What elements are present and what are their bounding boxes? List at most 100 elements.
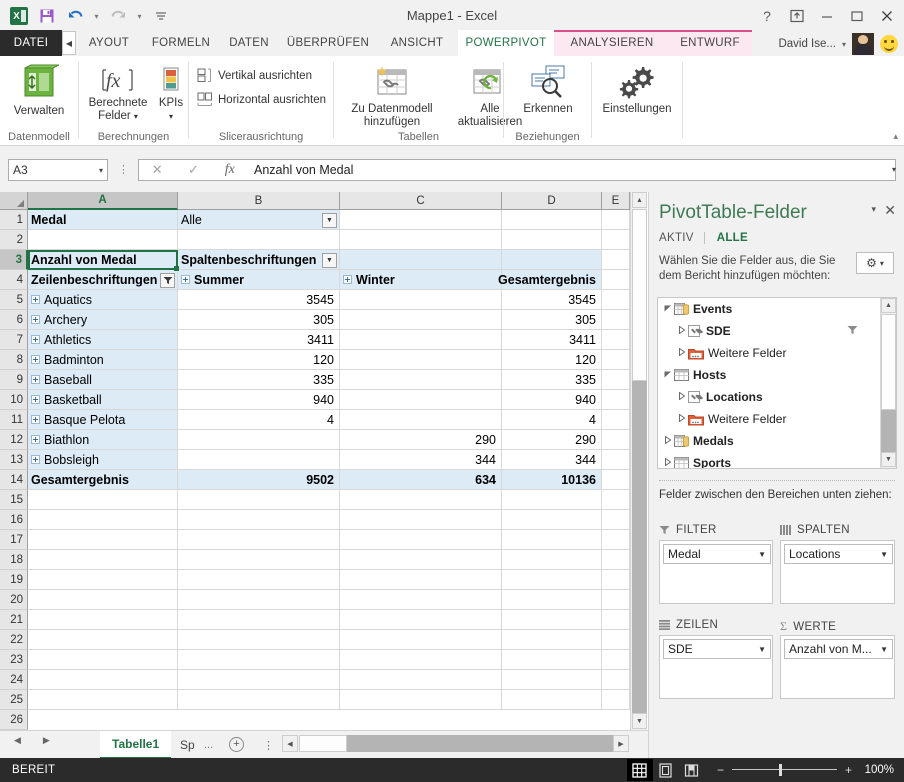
cell-b2[interactable] [178,230,340,250]
cell-b5[interactable]: 3545 [178,290,340,310]
tab-seitenlayout[interactable]: AYOUT [76,30,142,56]
tab-datei[interactable]: DATEI [0,30,62,56]
cell-e1[interactable] [602,210,630,230]
cell-c13[interactable]: 344 [340,450,502,470]
cell-d12[interactable]: 290 [502,430,602,450]
cell-a24[interactable] [28,650,178,670]
cell-c5[interactable] [340,290,502,310]
feedback-smiley-icon[interactable] [880,35,898,53]
cell-a23[interactable] [28,630,178,650]
field-list-item-weitere-felder[interactable]: Weitere Felder [658,342,880,364]
field-list-item-medals[interactable]: Medals [658,430,880,452]
tab-analysieren[interactable]: ANALYSIEREN [556,30,668,56]
expand-summer-icon[interactable] [181,275,190,284]
cell-c19[interactable] [340,550,502,570]
tab-ueberpruefen[interactable]: ÜBERPRÜFEN [278,30,378,56]
cell-a22[interactable] [28,610,178,630]
row-header-4[interactable]: 4 [0,270,28,290]
cell-d3[interactable] [502,250,602,270]
cell-e17[interactable] [602,510,630,530]
zone-box-werte[interactable]: Anzahl von M... ▼ [780,635,895,699]
tab-entwurf[interactable]: ENTWURF [668,30,752,56]
cell-c15[interactable]: 634 [340,470,502,490]
zu-datenmodell-hinzufuegen-button[interactable]: Zu Datenmodell hinzufügen [342,64,442,129]
cell-e22[interactable] [602,610,630,630]
zoom-out-button[interactable]: − [717,763,724,777]
scroll-right-icon[interactable]: ▶ [613,735,629,752]
collapse-triangle-icon[interactable] [662,304,674,314]
cell-e2[interactable] [602,230,630,250]
cell-d26[interactable] [502,690,602,710]
cell-c26[interactable] [340,690,502,710]
cell-a25[interactable] [28,670,178,690]
expand-badminton-icon[interactable] [31,355,40,364]
zoom-level-label[interactable]: 100% [860,764,894,776]
cell-e20[interactable] [602,570,630,590]
row-header-26[interactable]: 26 [0,710,28,730]
cell-c9[interactable] [340,370,502,390]
cell-d21[interactable] [502,590,602,610]
zoom-slider[interactable] [732,764,837,776]
cell-a4[interactable]: Zeilenbeschriftungen [28,270,178,290]
cell-a9[interactable]: Baseball [28,370,178,390]
cell-b23[interactable] [178,630,340,650]
select-all-corner[interactable] [0,192,28,210]
row-header-3[interactable]: 3 [0,250,28,270]
cell-e3[interactable] [602,250,630,270]
field-filter-icon[interactable] [847,325,858,338]
expand-triangle-icon[interactable] [676,348,688,358]
cell-e23[interactable] [602,630,630,650]
collapse-ribbon-icon[interactable]: ▴ [893,131,898,142]
cell-b16[interactable] [178,490,340,510]
field-checkbox-locations[interactable] [688,391,700,403]
cell-b20[interactable] [178,570,340,590]
expand-biathlon-icon[interactable] [31,435,40,444]
minimize-icon[interactable] [812,1,842,31]
expand-triangle-icon[interactable] [676,326,688,336]
cell-d15[interactable]: 10136 [502,470,602,490]
user-account-area[interactable]: David Ise... ▾ [778,32,898,56]
cell-d6[interactable]: 305 [502,310,602,330]
cell-a21[interactable] [28,590,178,610]
cell-e4[interactable] [602,270,630,290]
cell-d16[interactable] [502,490,602,510]
verwalten-button[interactable]: Verwalten [8,64,70,118]
cell-e6[interactable] [602,310,630,330]
cell-c6[interactable] [340,310,502,330]
cell-a18[interactable] [28,530,178,550]
pane-tools-button[interactable]: ⚙ ▾ [856,252,894,274]
cell-e15[interactable] [602,470,630,490]
cell-b19[interactable] [178,550,340,570]
cell-a1[interactable]: Medal [28,210,178,230]
cell-b15[interactable]: 9502 [178,470,340,490]
zoom-slider-handle[interactable] [779,764,782,776]
cell-b6[interactable]: 305 [178,310,340,330]
row-header-11[interactable]: 11 [0,410,28,430]
expand-aquatics-icon[interactable] [31,295,40,304]
save-icon[interactable] [34,3,60,29]
cell-c17[interactable] [340,510,502,530]
cell-d10[interactable]: 940 [502,390,602,410]
row-header-24[interactable]: 24 [0,670,28,690]
cell-b3[interactable]: Spaltenbeschriftungen ▼ [178,250,340,270]
cell-c18[interactable] [340,530,502,550]
cell-e11[interactable] [602,410,630,430]
cell-b17[interactable] [178,510,340,530]
cell-e19[interactable] [602,550,630,570]
vertical-scroll-thumb[interactable] [632,209,647,381]
pane-options-dropdown-icon[interactable]: ▾ [871,204,876,215]
cell-a3[interactable]: Anzahl von Medal [28,250,178,270]
help-icon[interactable]: ? [752,1,782,31]
row-header-22[interactable]: 22 [0,630,28,650]
cell-b24[interactable] [178,650,340,670]
row-header-12[interactable]: 12 [0,430,28,450]
field-pill-anzahl-dropdown-icon[interactable]: ▼ [874,645,888,654]
field-list-item-locations[interactable]: Locations [658,386,880,408]
add-sheet-button[interactable]: + [229,737,244,752]
expand-bobsleigh-icon[interactable] [31,455,40,464]
pane-tab-aktiv[interactable]: AKTIV [659,232,704,244]
previous-sheet-icon[interactable]: ◀ [14,735,21,746]
cell-e5[interactable] [602,290,630,310]
cell-b9[interactable]: 335 [178,370,340,390]
cell-a16[interactable] [28,490,178,510]
